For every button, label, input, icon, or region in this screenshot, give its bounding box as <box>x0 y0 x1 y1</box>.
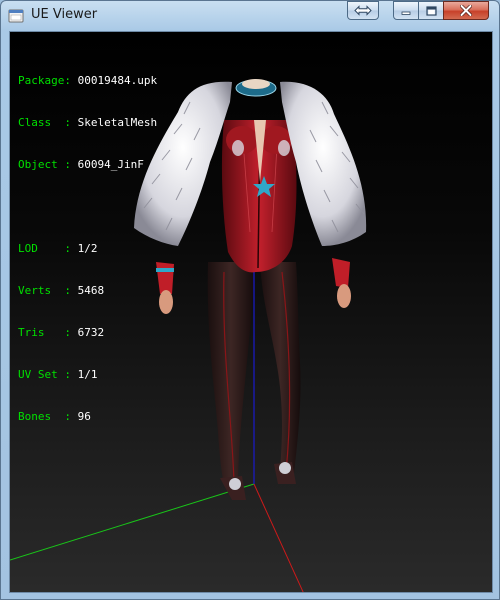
uvset-value: 1/1 <box>77 368 98 381</box>
info-row-object: Object : 60094_JinF <box>18 158 157 172</box>
title-bar[interactable]: UE Viewer <box>1 1 499 31</box>
package-label: Package <box>18 74 65 87</box>
info-row-package: Package: 00019484.upk <box>18 74 157 88</box>
class-value: SkeletalMesh <box>77 116 158 129</box>
lod-separator: : <box>64 242 78 255</box>
info-spacer <box>18 200 157 214</box>
left-leg <box>207 262 254 487</box>
axis-z-line <box>10 483 255 561</box>
maximize-icon <box>425 5 437 16</box>
verts-separator: : <box>64 284 78 297</box>
object-value: 60094_JinF <box>77 158 144 171</box>
info-row-bones: Bones : 96 <box>18 410 157 424</box>
object-label: Object <box>18 158 65 171</box>
bones-separator: : <box>64 410 78 423</box>
uvset-separator: : <box>64 368 78 381</box>
bones-value: 96 <box>77 410 91 423</box>
mesh-info-overlay: Package: 00019484.upk Class : SkeletalMe… <box>18 46 157 452</box>
right-hand <box>337 284 351 308</box>
left-hand <box>159 290 173 314</box>
close-icon <box>460 5 472 16</box>
class-label: Class <box>18 116 65 129</box>
bones-label: Bones <box>18 410 65 423</box>
minimize-button[interactable] <box>393 1 419 20</box>
tris-separator: : <box>64 326 78 339</box>
info-row-lod: LOD : 1/2 <box>18 242 157 256</box>
minimize-icon <box>401 11 411 15</box>
info-row-uvset: UV Set : 1/1 <box>18 368 157 382</box>
right-leg <box>260 262 301 474</box>
close-button[interactable] <box>443 1 489 20</box>
package-separator: : <box>64 74 78 87</box>
verts-label: Verts <box>18 284 65 297</box>
swap-button[interactable] <box>347 1 379 20</box>
3d-viewport[interactable]: Package: 00019484.upk Class : SkeletalMe… <box>9 31 493 593</box>
object-separator: : <box>64 158 78 171</box>
tris-label: Tris <box>18 326 65 339</box>
left-glove <box>156 262 174 294</box>
tris-value: 6732 <box>77 326 105 339</box>
lod-value: 1/2 <box>77 242 98 255</box>
right-glove <box>332 258 350 288</box>
info-row-class: Class : SkeletalMesh <box>18 116 157 130</box>
ue-viewer-app-icon <box>8 9 24 23</box>
class-separator: : <box>64 116 78 129</box>
verts-value: 5468 <box>77 284 105 297</box>
ue-viewer-window: UE Viewer Package: 00019484.upk Class: … <box>0 0 500 600</box>
window-title: UE Viewer <box>31 7 98 22</box>
info-row-verts: Verts : 5468 <box>18 284 157 298</box>
maximize-button[interactable] <box>418 1 444 20</box>
uvset-label: UV Set <box>18 368 65 381</box>
lod-label: LOD <box>18 242 65 255</box>
info-row-tris: Tris : 6732 <box>18 326 157 340</box>
swap-arrows-icon <box>354 5 372 16</box>
package-value: 00019484.upk <box>77 74 158 87</box>
axis-x-line <box>253 483 304 592</box>
